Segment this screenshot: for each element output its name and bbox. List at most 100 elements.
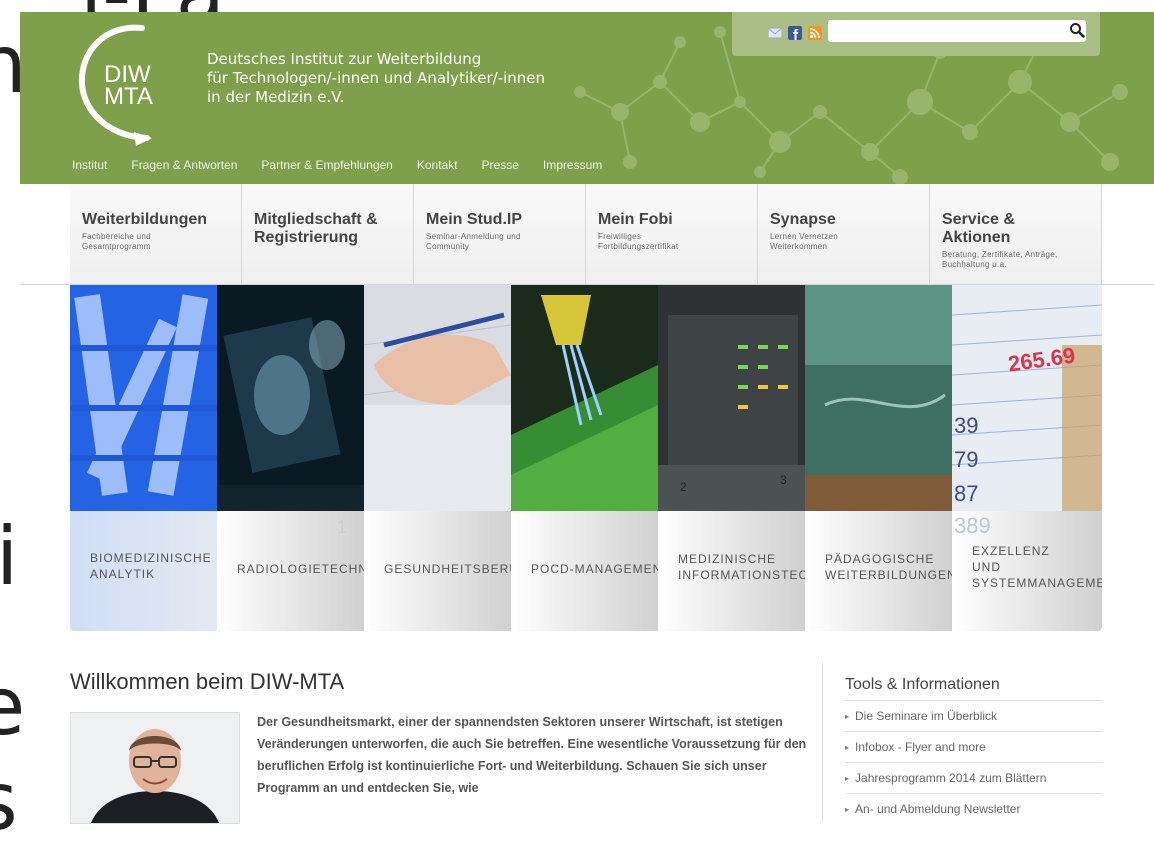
search-input[interactable] bbox=[828, 20, 1086, 42]
topnav-partner[interactable]: Partner & Empfehlungen bbox=[261, 158, 392, 172]
tile-label: PÄDAGOGISCHE WEITERBILDUNGEN bbox=[825, 551, 952, 583]
tile-image bbox=[511, 285, 658, 511]
tools-heading: Tools & Informationen bbox=[845, 676, 1000, 693]
tile-label-line: RADIOLOGIETECHNIK bbox=[237, 562, 364, 576]
tool-link-jahresprogramm[interactable]: ▸ Jahresprogramm 2014 zum Blättern bbox=[845, 762, 1103, 793]
tile-label: EXZELLENZ UND SYSTEMMANAGEMENT bbox=[972, 543, 1102, 591]
tile-pocd-management[interactable]: POCD-MANAGEMENT bbox=[511, 285, 658, 631]
nav-subtitle: Lernen Vernetzen Weiterkommen bbox=[770, 232, 838, 251]
tile-paedagogische-weiterbildungen[interactable]: PÄDAGOGISCHE WEITERBILDUNGEN bbox=[805, 285, 952, 631]
tile-biomedizinische-analytik[interactable]: BIOMEDIZINISCHE ANALYTIK bbox=[70, 285, 217, 631]
tile-label-line: PÄDAGOGISCHE bbox=[825, 552, 935, 566]
nav-subtitle: Beratung, Zertifikate, Anträge, Buchhalt… bbox=[942, 250, 1058, 269]
utility-bar bbox=[732, 12, 1100, 56]
tile-exzellenz-systemmanagement[interactable]: 265.69 39 79 87 389 EXZELLENZ UND SYSTEM… bbox=[952, 285, 1102, 631]
welcome-heading: Willkommen beim DIW-MTA bbox=[70, 669, 345, 694]
nav-title: Mein Stud.IP bbox=[426, 211, 522, 228]
tool-link-label: Die Seminare im Überblick bbox=[855, 709, 998, 723]
tile-image bbox=[805, 285, 952, 511]
topnav-faq[interactable]: Fragen & Antworten bbox=[131, 158, 237, 172]
tile-label-line: MEDIZINISCHE bbox=[678, 552, 777, 566]
tile-number: 3 bbox=[780, 473, 787, 487]
tools-list: ▸ Die Seminare im Überblick ▸ Infobox - Fl… bbox=[845, 700, 1103, 824]
tool-link-label: Jahresprogramm 2014 zum Blättern bbox=[855, 771, 1047, 785]
nav-service[interactable]: Service & Aktionen Beratung, Zertifikate… bbox=[930, 184, 1102, 284]
tile-figure: 79 bbox=[954, 447, 979, 472]
tool-link-label: Infobox - Flyer and more bbox=[855, 740, 986, 754]
arrow-right-icon: ▸ bbox=[845, 805, 850, 814]
tile-label-line: INFORMATIONSTECHNIK bbox=[678, 568, 805, 582]
logo-text-mta: MTA bbox=[104, 83, 153, 110]
nav-title: Synapse bbox=[770, 211, 836, 228]
tile-image bbox=[70, 285, 217, 511]
nav-synapse[interactable]: Synapse Lernen Vernetzen Weiterkommen bbox=[758, 184, 930, 284]
tile-label: BIOMEDIZINISCHE ANALYTIK bbox=[90, 550, 212, 582]
person-image bbox=[71, 713, 239, 823]
topnav-kontakt[interactable]: Kontakt bbox=[417, 158, 458, 172]
tile-label: RADIOLOGIETECHNIK bbox=[237, 561, 364, 577]
tile-label-line: SYSTEMMANAGEMENT bbox=[972, 576, 1102, 590]
rss-icon[interactable] bbox=[808, 26, 822, 40]
tile-image bbox=[952, 285, 1102, 511]
tile-figure: 87 bbox=[954, 481, 979, 506]
nav-title: Mitgliedschaft & Registrierung bbox=[254, 211, 378, 246]
tile-label-line: GESUNDHEITSBERUFE bbox=[384, 562, 511, 576]
tile-number: 1 bbox=[337, 517, 348, 537]
tile-figure: 389 bbox=[954, 513, 991, 538]
tile-label: GESUNDHEITSBERUFE bbox=[384, 561, 511, 577]
tile-gesundheitsberufe[interactable]: GESUNDHEITSBERUFE bbox=[364, 285, 511, 631]
tile-label-line: ANALYTIK bbox=[90, 567, 156, 581]
top-navigation: Institut Fragen & Antworten Partner & Em… bbox=[72, 158, 626, 172]
nav-title: Weiterbildungen bbox=[82, 211, 208, 228]
tile-label-line: BIOMEDIZINISCHE bbox=[90, 551, 212, 565]
tile-radiologietechnik[interactable]: RADIOLOGIETECHNIK 1 bbox=[217, 285, 364, 631]
tile-label: POCD-MANAGEMENT bbox=[531, 561, 658, 577]
search-icon[interactable] bbox=[1069, 22, 1085, 38]
tile-label-line: WEITERBILDUNGEN bbox=[825, 568, 952, 582]
topnav-impressum[interactable]: Impressum bbox=[543, 158, 602, 172]
tool-link-newsletter[interactable]: ▸ An- und Abmeldung Newsletter bbox=[845, 793, 1103, 824]
category-mosaic: BIOMEDIZINISCHE ANALYTIK RADIOLOGIETECHN… bbox=[70, 285, 1102, 631]
tile-image bbox=[364, 285, 511, 511]
arrow-right-icon: ▸ bbox=[845, 712, 850, 721]
edge-text-right-2: i bbox=[0, 510, 19, 603]
edge-text-right-3: e bbox=[0, 660, 26, 753]
tile-number: 2 bbox=[680, 480, 687, 494]
mail-icon[interactable] bbox=[768, 26, 782, 40]
topnav-presse[interactable]: Presse bbox=[482, 158, 519, 172]
nav-title: Mein Fobi bbox=[598, 211, 673, 228]
nav-stud-ip[interactable]: Mein Stud.IP Seminar-Anmeldung und Commu… bbox=[414, 184, 586, 284]
organization-name: Deutsches Institut zur Weiterbildung für… bbox=[207, 50, 545, 107]
main-navigation: Weiterbildungen Fachbereiche und Gesamtp… bbox=[70, 184, 1102, 284]
tile-label-line: POCD-MANAGEMENT bbox=[531, 562, 658, 576]
arrow-right-icon: ▸ bbox=[845, 774, 850, 783]
nav-subtitle: Seminar-Anmeldung und Community bbox=[426, 232, 521, 251]
tile-label-line: EXZELLENZ bbox=[972, 544, 1050, 558]
tool-link-infobox[interactable]: ▸ Infobox - Flyer and more bbox=[845, 731, 1103, 762]
tile-label-line: UND bbox=[972, 560, 1001, 574]
diw-mta-logo[interactable]: DIW MTA bbox=[72, 22, 202, 147]
tool-link-label: An- und Abmeldung Newsletter bbox=[855, 802, 1021, 816]
tile-medizinische-informationstechnik[interactable]: 2 3 MEDIZINISCHE INFORMATIONSTECHNIK bbox=[658, 285, 805, 631]
topnav-institut[interactable]: Institut bbox=[72, 158, 107, 172]
org-name-line: Deutsches Institut zur Weiterbildung bbox=[207, 50, 482, 68]
nav-title: Service & Aktionen bbox=[942, 211, 1015, 246]
tile-image bbox=[217, 285, 364, 511]
tile-label: MEDIZINISCHE INFORMATIONSTECHNIK bbox=[678, 551, 805, 583]
nav-mitgliedschaft[interactable]: Mitgliedschaft & Registrierung bbox=[242, 184, 414, 284]
divider bbox=[822, 662, 823, 822]
nav-subtitle: Fachbereiche und Gesamtprogramm bbox=[82, 232, 151, 251]
org-name-line: in der Medizin e.V. bbox=[207, 88, 345, 106]
site-header: DIW MTA Deutsches Institut zur Weiterbil… bbox=[20, 12, 1154, 184]
nav-weiterbildungen[interactable]: Weiterbildungen Fachbereiche und Gesamtp… bbox=[70, 184, 242, 284]
org-name-line: für Technologen/-innen und Analytiker/-i… bbox=[207, 69, 546, 87]
edge-text-right-4: s bbox=[0, 755, 18, 848]
nav-subtitle: Freiwilliges Fortbildungszertifikat bbox=[598, 232, 679, 251]
tile-figure: 39 bbox=[954, 413, 979, 438]
nav-mein-fobi[interactable]: Mein Fobi Freiwilliges Fortbildungszerti… bbox=[586, 184, 758, 284]
arrow-right-icon: ▸ bbox=[845, 743, 850, 752]
intro-paragraph: Der Gesundheitsmarkt, einer der spannend… bbox=[257, 715, 807, 795]
facebook-icon[interactable] bbox=[788, 26, 802, 40]
portrait-photo bbox=[70, 712, 240, 824]
tool-link-seminare[interactable]: ▸ Die Seminare im Überblick bbox=[845, 700, 1103, 731]
